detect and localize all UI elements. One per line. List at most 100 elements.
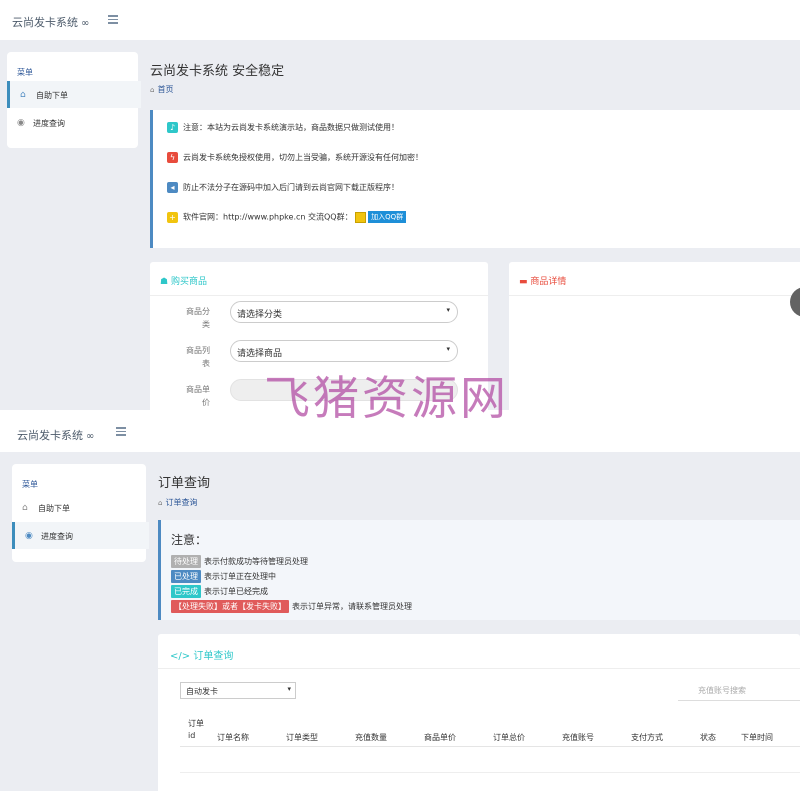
category-select-value: 请选择分类 (237, 310, 283, 320)
top-navbar: 云尚发卡系统 ∞ (0, 0, 800, 40)
status-badge: 已完成 (171, 585, 201, 598)
status-badge: 待处理 (171, 555, 201, 568)
panel-heading: </> 订单查询 (170, 647, 233, 662)
goods-select-value: 请选择商品 (237, 349, 283, 359)
status-badge: 已处理 (171, 570, 201, 583)
brand-name: 云尚发卡系统 (17, 429, 83, 442)
brand-name: 云尚发卡系统 (12, 16, 78, 29)
status-desc: 表示订单正在处理中 (204, 572, 276, 581)
caret-down-icon: ▾ (287, 685, 291, 693)
sidebar-item-label: 进度查询 (41, 532, 73, 541)
search-underline (678, 700, 800, 701)
qq-avatar-icon (355, 211, 367, 223)
status-desc: 表示付款成功等待管理员处理 (204, 557, 308, 566)
column-header-account: 充值账号 (562, 733, 594, 742)
caret-down-icon: ▾ (446, 345, 450, 353)
breadcrumb[interactable]: ⌂ 首页 (150, 84, 173, 95)
sidebar-item-self-order[interactable]: ⌂ 自助下单 (7, 81, 141, 108)
status-notice-box: 注意： 待处理 表示付款成功等待管理员处理 已处理 表示订单正在处理中 已完成 表示订… (158, 520, 800, 620)
breadcrumb[interactable]: ⌂ 订单查询 (158, 497, 197, 508)
column-header-unit-price: 商品单价 (424, 733, 456, 742)
order-type-value: 自动发卡 (186, 687, 218, 696)
order-panel-title: 订单查询 (193, 651, 234, 662)
notice-box: ♪ 注意：本站为云尚发卡系统演示站，商品数据只做测试使用！ ϟ 云尚发卡系统免授权使… (150, 110, 800, 248)
column-header-quantity: 充值数量 (355, 733, 387, 742)
status-desc: 表示订单已经完成 (204, 587, 268, 596)
column-header-order-id: 订单id (188, 719, 204, 740)
home-screenshot: 云尚发卡系统 ∞ 菜单 ⌂ 自助下单 ◉ 进度查询 云尚发卡系统 安全稳定 ⌂ 首页… (0, 0, 800, 410)
home-icon: ⌂ (20, 90, 26, 100)
unit-price-label: 商品单价 (186, 385, 210, 407)
code-icon: </> (170, 651, 191, 662)
table-row-divider (180, 772, 800, 773)
column-header-order-time: 下单时间 (741, 733, 773, 742)
notice-row: + 软件官网：http://www.phpke.cn 交流QQ群： 加入QQ群 (167, 211, 407, 223)
order-type-select[interactable]: 自动发卡 ▾ (180, 682, 296, 699)
divider (509, 295, 800, 296)
sidebar-item-label: 进度查询 (33, 119, 65, 128)
notice-text: 云尚发卡系统免授权使用，切勿上当受骗，系统开源没有任何加密！ (183, 153, 423, 162)
status-row: 已处理 表示订单正在处理中 (171, 570, 276, 583)
plus-icon: + (167, 211, 178, 223)
sidebar-item-label: 自助下单 (38, 504, 70, 513)
join-qq-group-button[interactable]: 加入QQ群 (368, 211, 407, 223)
buy-panel-title: 购买商品 (170, 277, 207, 287)
sidebar-menu-title: 菜单 (17, 68, 33, 77)
breadcrumb-label: 首页 (157, 85, 174, 94)
notice-row: ◂ 防止不法分子在源码中加入后门请到云尚官网下载正版程序！ (167, 182, 399, 193)
watermark-text: 飞猪资源网 (264, 371, 509, 425)
column-header-order-name: 订单名称 (217, 733, 249, 742)
sidebar-item-progress-query[interactable]: ◉ 进度查询 (12, 522, 149, 549)
home-icon: ⌂ (150, 86, 155, 94)
menu-toggle-icon[interactable] (116, 427, 126, 438)
status-row: 【处理失败】或者【发卡失败】 表示订单异常，请联系管理员处理 (171, 600, 412, 613)
bell-icon: ♪ (167, 122, 178, 133)
megaphone-icon: ◂ (167, 182, 178, 193)
column-header-order-type: 订单类型 (286, 733, 318, 742)
shopping-bag-icon: ☗ (160, 277, 169, 287)
sidebar-item-progress-query[interactable]: ◉ 进度查询 (7, 109, 138, 136)
sidebar-item-label: 自助下单 (36, 91, 68, 100)
category-label: 商品分类 (186, 307, 210, 329)
notice-row: ϟ 云尚发卡系统免授权使用，切勿上当受骗，系统开源没有任何加密！ (167, 152, 423, 163)
sidebar: 菜单 ⌂ 自助下单 ◉ 进度查询 (12, 464, 149, 562)
sidebar: 菜单 ⌂ 自助下单 ◉ 进度查询 (7, 52, 141, 148)
column-header-total-price: 订单总价 (493, 733, 525, 742)
card-icon: ▬ (519, 277, 528, 287)
order-query-panel: </> 订单查询 自动发卡 ▾ 充值账号搜索 订单id 订单名称 订单类型 充值… (158, 634, 800, 791)
notice-title: 注意： (171, 533, 208, 547)
panel-heading: ☗ 购买商品 (160, 274, 207, 287)
notice-text: 防止不法分子在源码中加入后门请到云尚官网下载正版程序！ (183, 183, 399, 192)
column-header-status: 状态 (700, 733, 716, 742)
goods-detail-panel: ▬ 商品详情 (509, 262, 800, 410)
notice-text: 注意：本站为云尚发卡系统演示站，商品数据只做测试使用！ (183, 123, 399, 132)
page-title: 订单查询 (158, 476, 211, 491)
column-header-payment: 支付方式 (631, 733, 663, 742)
eye-icon: ◉ (17, 118, 25, 128)
sidebar-item-self-order[interactable]: ⌂ 自助下单 (12, 494, 146, 521)
status-badge: 【处理失败】或者【发卡失败】 (171, 600, 289, 613)
panel-heading: ▬ 商品详情 (519, 274, 566, 287)
home-icon: ⌂ (158, 499, 163, 507)
infinity-icon: ∞ (81, 18, 90, 29)
goods-list-label: 商品列表 (186, 346, 210, 368)
brand-logo[interactable]: 云尚发卡系统 ∞ (17, 427, 94, 443)
caret-down-icon: ▾ (446, 306, 450, 314)
status-desc: 表示订单异常，请联系管理员处理 (292, 602, 412, 611)
category-select[interactable]: 请选择分类 ▾ (230, 301, 458, 323)
notice-row: ♪ 注意：本站为云尚发卡系统演示站，商品数据只做测试使用！ (167, 122, 399, 133)
breadcrumb-label: 订单查询 (165, 498, 198, 507)
account-search-input[interactable]: 充值账号搜索 (698, 685, 746, 696)
notice-text: 软件官网：http://www.phpke.cn 交流QQ群： (183, 212, 353, 222)
divider (158, 668, 800, 669)
sidebar-menu-title: 菜单 (22, 480, 38, 489)
goods-select[interactable]: 请选择商品 ▾ (230, 340, 458, 362)
order-query-screenshot: 云尚发卡系统 ∞ 菜单 ⌂ 自助下单 ◉ 进度查询 订单查询 ⌂ 订单查询 注意： … (0, 410, 800, 791)
status-row: 待处理 表示付款成功等待管理员处理 (171, 555, 308, 568)
infinity-icon: ∞ (86, 431, 95, 442)
home-icon: ⌂ (22, 503, 28, 513)
page-title: 云尚发卡系统 安全稳定 (150, 64, 285, 79)
brand-logo[interactable]: 云尚发卡系统 ∞ (12, 14, 89, 30)
detail-panel-title: 商品详情 (530, 277, 567, 287)
menu-toggle-icon[interactable] (108, 15, 118, 26)
